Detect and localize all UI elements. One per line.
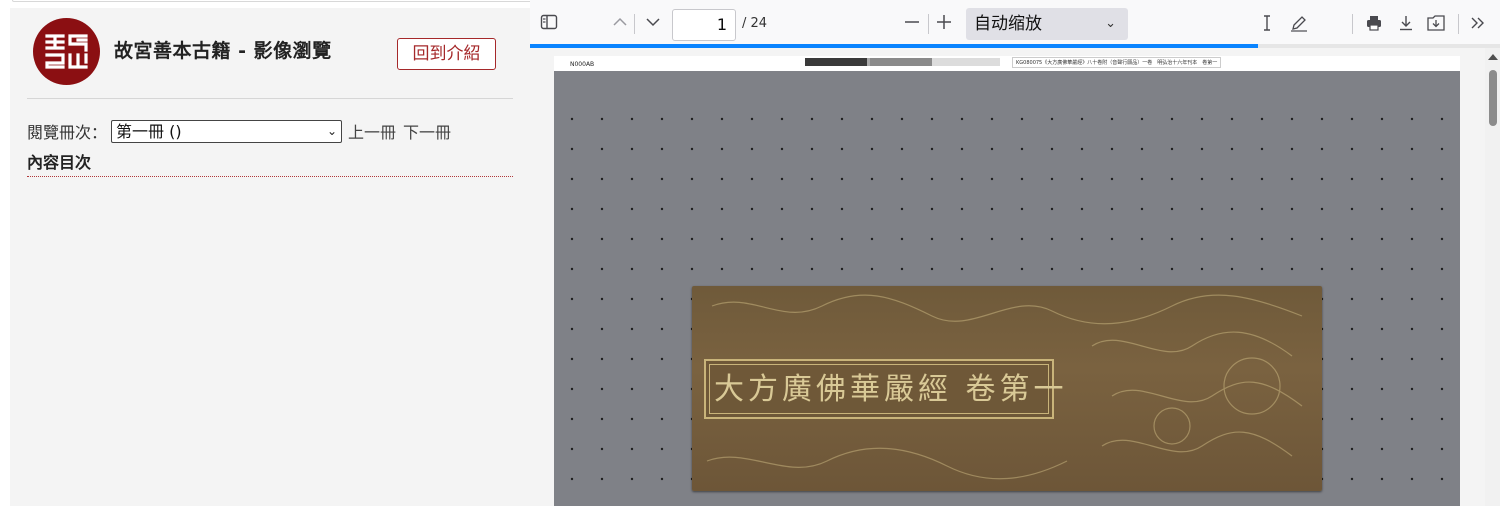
download-icon[interactable]: [1396, 14, 1416, 32]
more-tools-icon[interactable]: [1468, 14, 1488, 32]
page-total: / 24: [742, 16, 768, 31]
prev-page-icon[interactable]: [610, 14, 630, 32]
book-case: 大方廣佛華嚴經 卷第一: [692, 286, 1322, 491]
scan-id-label: N000AB: [570, 61, 595, 68]
volume-select[interactable]: 第一冊 () ⌄: [111, 119, 343, 143]
scroll-up-arrow-icon[interactable]: [1488, 54, 1498, 60]
text-cursor-icon[interactable]: [1257, 14, 1277, 32]
toc-divider: [27, 176, 513, 177]
sidebar-toggle-icon[interactable]: [539, 14, 559, 32]
book-title-text: 大方廣佛華嚴經 卷第一: [714, 372, 1068, 407]
pdf-page: N000AB KG080075《大方廣佛華嚴經》八十卷附（音聲行願品）一卷 明弘…: [554, 56, 1460, 506]
back-to-intro-button[interactable]: 回到介紹: [397, 38, 496, 70]
scan-caption: KG080075《大方廣佛華嚴經》八十卷附（音聲行願品）一卷 明弘治十六年刊本 …: [1012, 57, 1222, 68]
next-page-icon[interactable]: [643, 14, 663, 32]
volume-select-value: 第一冊 (): [116, 121, 182, 141]
scrollbar-thumb[interactable]: [1489, 70, 1497, 126]
volume-label: 閱覽冊次：: [27, 123, 108, 142]
toolbar-separator: [928, 14, 929, 34]
document-area[interactable]: N000AB KG080075《大方廣佛華嚴經》八十卷附（音聲行願品）一卷 明弘…: [530, 48, 1485, 506]
toolbar-separator: [1458, 14, 1459, 34]
prev-volume-link[interactable]: 上一冊: [348, 119, 396, 143]
next-volume-link[interactable]: 下一冊: [403, 119, 451, 143]
toolbar-separator: [1352, 14, 1353, 34]
pdf-toolbar: 1 / 24 自动缩放 ⌄: [530, 0, 1500, 44]
left-panel: 故宮善本古籍 - 影像瀏覽 回到介紹 閱覽冊次： 第一冊 () ⌄ 上一冊 下一…: [10, 8, 530, 506]
draw-icon[interactable]: [1289, 14, 1309, 32]
color-calibration-bar: [805, 58, 1000, 66]
zoom-out-icon[interactable]: [902, 14, 922, 32]
chevron-down-icon: ⌄: [326, 123, 338, 138]
divider: [27, 98, 513, 99]
chevron-down-icon: ⌄: [1105, 16, 1116, 31]
book-title-label: 大方廣佛華嚴經 卷第一: [704, 359, 1068, 419]
vertical-scrollbar[interactable]: [1485, 48, 1500, 506]
screen: { "site": { "title": "故宮善本古籍 - 影像瀏覽", "b…: [0, 0, 1500, 506]
palace-museum-logo-icon: [33, 18, 100, 85]
scanned-book-image: 大方廣佛華嚴經 卷第一: [554, 71, 1460, 506]
volume-row: 閱覽冊次： 第一冊 () ⌄ 上一冊 下一冊: [27, 119, 451, 143]
pdf-viewer: 1 / 24 自动缩放 ⌄ N000AB KG080075《大方廣佛華嚴經》八十…: [530, 0, 1500, 506]
toolbar-separator: [634, 14, 635, 34]
page-number-input[interactable]: 1: [672, 9, 736, 41]
zoom-select-value: 自动缩放: [974, 14, 1042, 34]
save-icon[interactable]: [1426, 14, 1446, 32]
toc-title: 內容目次: [27, 153, 92, 172]
zoom-select[interactable]: 自动缩放 ⌄: [966, 8, 1128, 40]
site-title: 故宮善本古籍 - 影像瀏覽: [114, 40, 332, 62]
zoom-in-icon[interactable]: [934, 14, 954, 32]
print-icon[interactable]: [1364, 14, 1384, 32]
